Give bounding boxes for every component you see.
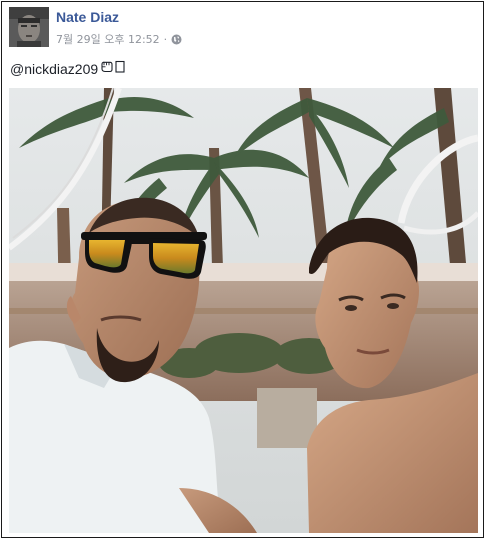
post-meta: 7월 29일 오후 12:52 · xyxy=(56,31,182,47)
meta-separator: · xyxy=(163,32,168,46)
fist-bump-emoji-icon xyxy=(101,60,127,77)
post-text: @nickdiaz209 xyxy=(10,60,127,77)
post-card: Nate Diaz 7월 29일 오후 12:52 · @nickdiaz209 xyxy=(1,1,484,538)
avatar-photo xyxy=(9,7,49,47)
avatar[interactable] xyxy=(9,7,49,47)
post-timestamp[interactable]: 7월 29일 오후 12:52 xyxy=(56,31,160,47)
mention-link[interactable]: @nickdiaz209 xyxy=(10,61,98,77)
selfie-photo-illustration xyxy=(9,88,478,533)
globe-icon[interactable] xyxy=(171,34,182,45)
author-name-link[interactable]: Nate Diaz xyxy=(56,9,119,25)
post-header: Nate Diaz 7월 29일 오후 12:52 · xyxy=(9,7,476,49)
post-photo[interactable] xyxy=(9,88,478,533)
